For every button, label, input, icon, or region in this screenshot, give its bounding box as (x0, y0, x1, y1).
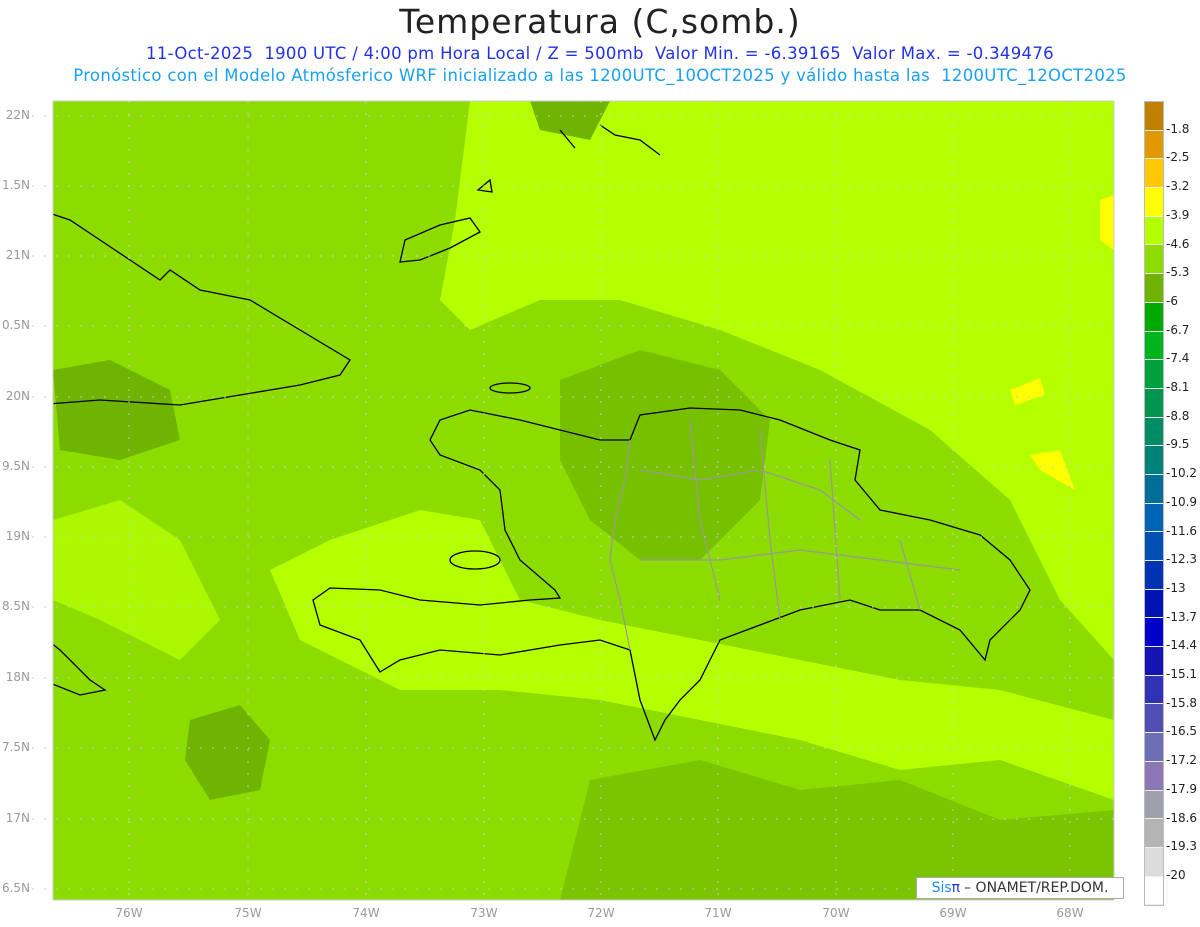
lon-label: 75W (234, 906, 262, 920)
colorbar-swatch (1145, 302, 1163, 332)
colorbar-label: -17.2 (1166, 753, 1198, 768)
colorbar-label: -1.8 (1166, 121, 1190, 136)
lat-label: 18N (5, 670, 30, 684)
colorbar-swatch (1145, 532, 1163, 561)
colorbar-label: -18.6 (1166, 810, 1198, 825)
colorbar-swatch (1145, 819, 1163, 848)
colorbar-label: -11.6 (1166, 523, 1198, 538)
colorbar-label: -10.2 (1166, 466, 1198, 481)
colorbar-label: -4.6 (1166, 236, 1190, 251)
colorbar-label: -7.4 (1166, 351, 1190, 366)
colorbar-label: -3.9 (1166, 207, 1190, 222)
lat-label: 21N (5, 248, 30, 262)
lat-label: 22N (5, 108, 30, 122)
temperature-map (32, 100, 1115, 905)
lat-label: 9.5N (1, 459, 30, 473)
colorbar-swatch (1145, 503, 1163, 533)
colorbar-swatch (1145, 561, 1163, 590)
lon-label: 74W (352, 906, 380, 920)
colorbar-swatch (1145, 474, 1163, 504)
colorbar-label: -15.1 (1166, 667, 1198, 681)
lat-label: 0.5N (1, 318, 30, 332)
credit-box: Sisπ – ONAMET/REP.DOM. (916, 877, 1124, 899)
colorbar-label: -6 (1166, 293, 1178, 308)
lat-label: 19N (5, 529, 30, 543)
colorbar-label: -14.4 (1166, 638, 1198, 653)
lat-label: 7.5N (1, 740, 30, 754)
lon-label: 69W (939, 906, 967, 920)
colorbar-swatch (1145, 388, 1163, 418)
colorbar-swatch (1145, 647, 1163, 676)
lon-label: 68W (1056, 906, 1084, 920)
colorbar-swatch (1145, 733, 1163, 762)
colorbar (1144, 101, 1164, 907)
colorbar-swatch (1145, 102, 1163, 131)
lon-label: 76W (115, 906, 143, 920)
lat-label: 1.5N (1, 178, 30, 192)
colorbar-label: -9.5 (1166, 437, 1190, 452)
lon-label: 72W (587, 906, 615, 920)
colorbar-label: -5.3 (1166, 265, 1190, 280)
lat-label: 8.5N (1, 599, 30, 613)
colorbar-label: -8.8 (1166, 408, 1190, 423)
colorbar-label: -12.3 (1166, 552, 1198, 567)
colorbar-label: -6.7 (1166, 322, 1190, 337)
credit-text: – ONAMET/REP.DOM. (964, 880, 1109, 896)
colorbar-label: -15.8 (1166, 695, 1198, 710)
colorbar-label: -17.9 (1166, 781, 1198, 796)
colorbar-swatch (1145, 360, 1163, 389)
colorbar-swatch (1145, 704, 1163, 734)
colorbar-swatch (1145, 417, 1163, 447)
colorbar-swatch (1145, 274, 1163, 303)
colorbar-swatch (1145, 876, 1163, 906)
colorbar-label: -20 (1166, 867, 1186, 882)
colorbar-swatch (1145, 618, 1163, 648)
lon-label: 73W (470, 906, 498, 920)
sispi-logo: Sisπ (931, 880, 961, 896)
colorbar-swatch (1145, 446, 1163, 475)
colorbar-swatch (1145, 130, 1163, 160)
lon-label: 70W (822, 906, 850, 920)
colorbar-swatch (1145, 589, 1163, 619)
colorbar-swatch (1145, 159, 1163, 189)
colorbar-swatch (1145, 245, 1163, 275)
lon-label: 71W (704, 906, 732, 920)
colorbar-label: -3.2 (1166, 179, 1190, 194)
colorbar-label: -13.7 (1166, 609, 1198, 624)
colorbar-swatch (1145, 216, 1163, 246)
colorbar-label: -19.3 (1166, 839, 1198, 854)
colorbar-label: -16.5 (1166, 724, 1198, 739)
colorbar-label: -2.5 (1166, 150, 1190, 165)
colorbar-swatch (1145, 188, 1163, 217)
colorbar-label: -10.9 (1166, 494, 1198, 509)
colorbar-swatch (1145, 331, 1163, 361)
lat-label: 6.5N (1, 881, 30, 895)
colorbar-label: -13 (1166, 580, 1186, 595)
colorbar-swatch (1145, 847, 1163, 877)
colorbar-swatch (1145, 790, 1163, 820)
colorbar-label: -8.1 (1166, 380, 1190, 394)
lat-label: 20N (5, 389, 30, 403)
lat-label: 17N (5, 811, 30, 825)
colorbar-swatch (1145, 761, 1163, 791)
colorbar-swatch (1145, 675, 1163, 705)
